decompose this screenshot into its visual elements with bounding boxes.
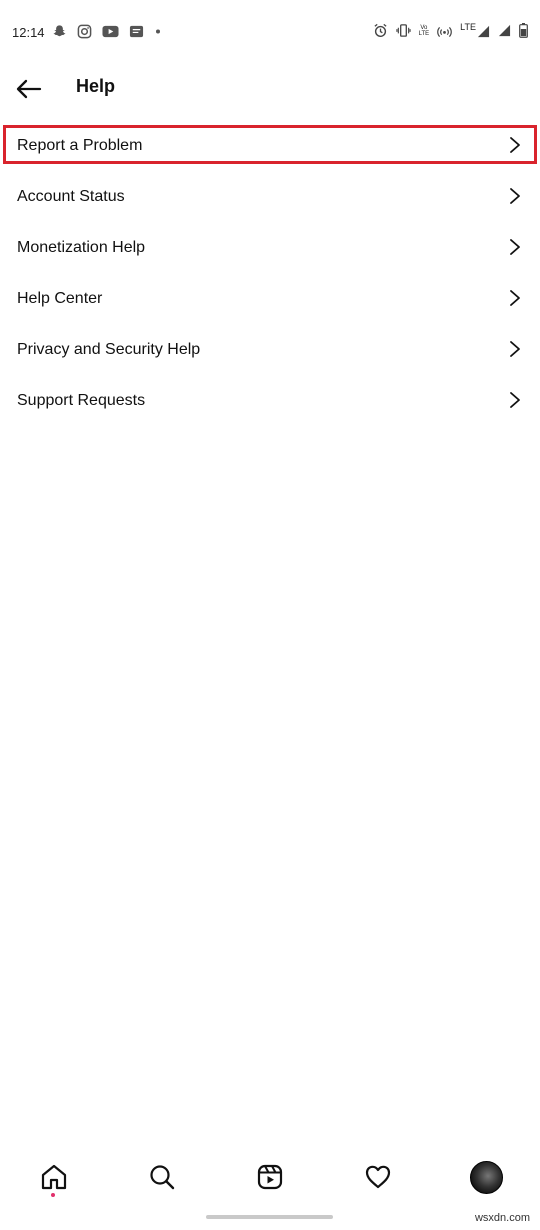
- volte-icon: Vo LTE: [419, 25, 430, 37]
- status-bar: 12:14 Vo LTE LTE: [0, 0, 540, 66]
- vibrate-icon: [395, 24, 411, 37]
- header: Help: [0, 66, 540, 112]
- nav-activity-button[interactable]: [363, 1162, 393, 1192]
- page-title: Help: [76, 76, 116, 96]
- menu-item-label: Monetization Help: [17, 238, 146, 256]
- back-button[interactable]: [14, 74, 44, 104]
- nav-home-button[interactable]: [39, 1162, 69, 1192]
- bottom-nav: [0, 1150, 540, 1208]
- chevron-right-icon: [510, 392, 520, 408]
- menu-item-support-requests[interactable]: Support Requests: [0, 375, 540, 426]
- menu-item-label: Help Center: [17, 289, 103, 307]
- nav-reels-button[interactable]: [255, 1162, 285, 1192]
- watermark: wsxdn.com: [474, 1212, 530, 1224]
- notification-dot: [51, 1193, 55, 1197]
- chevron-right-icon: [510, 341, 520, 357]
- volte-label-bottom: LTE: [418, 30, 430, 37]
- back-arrow-icon: [16, 79, 42, 99]
- reels-icon: [257, 1164, 283, 1190]
- status-time: 12:14: [12, 25, 45, 40]
- menu-item-privacy-and-security-help[interactable]: Privacy and Security Help: [0, 324, 540, 375]
- status-right-icons: Vo LTE LTE: [373, 23, 528, 38]
- youtube-icon: [102, 25, 119, 38]
- nav-search-button[interactable]: [147, 1162, 177, 1192]
- signal-group: LTE: [460, 23, 490, 38]
- alarm-icon: [374, 23, 387, 38]
- signal-icon: [477, 25, 490, 38]
- menu-item-account-status[interactable]: Account Status: [0, 171, 540, 222]
- chevron-right-icon: [510, 239, 520, 255]
- menu-item-label: Privacy and Security Help: [17, 340, 201, 358]
- signal-icon: [498, 24, 511, 37]
- chevron-right-icon: [510, 188, 520, 204]
- menu-item-monetization-help[interactable]: Monetization Help: [0, 222, 540, 273]
- profile-avatar[interactable]: [470, 1161, 503, 1194]
- status-left-icons: [52, 24, 162, 39]
- home-indicator[interactable]: [206, 1215, 333, 1219]
- chevron-right-icon: [510, 137, 520, 153]
- menu-item-label: Support Requests: [17, 391, 146, 409]
- help-menu: Report a Problem Account Status Monetiza…: [0, 120, 540, 426]
- search-icon: [150, 1165, 175, 1190]
- menu-item-label: Account Status: [17, 187, 125, 205]
- app-icon: [129, 25, 144, 38]
- instagram-icon: [77, 24, 92, 39]
- battery-icon: [519, 23, 528, 38]
- menu-item-help-center[interactable]: Help Center: [0, 273, 540, 324]
- menu-item-report-a-problem[interactable]: Report a Problem: [0, 120, 540, 171]
- chevron-right-icon: [510, 290, 520, 306]
- home-icon: [41, 1164, 67, 1190]
- snapchat-icon: [53, 25, 66, 37]
- menu-item-label: Report a Problem: [17, 136, 143, 154]
- dot-icon: [156, 29, 160, 34]
- heart-icon: [365, 1165, 391, 1189]
- hotspot-icon: [437, 26, 452, 38]
- network-type: LTE: [460, 22, 476, 32]
